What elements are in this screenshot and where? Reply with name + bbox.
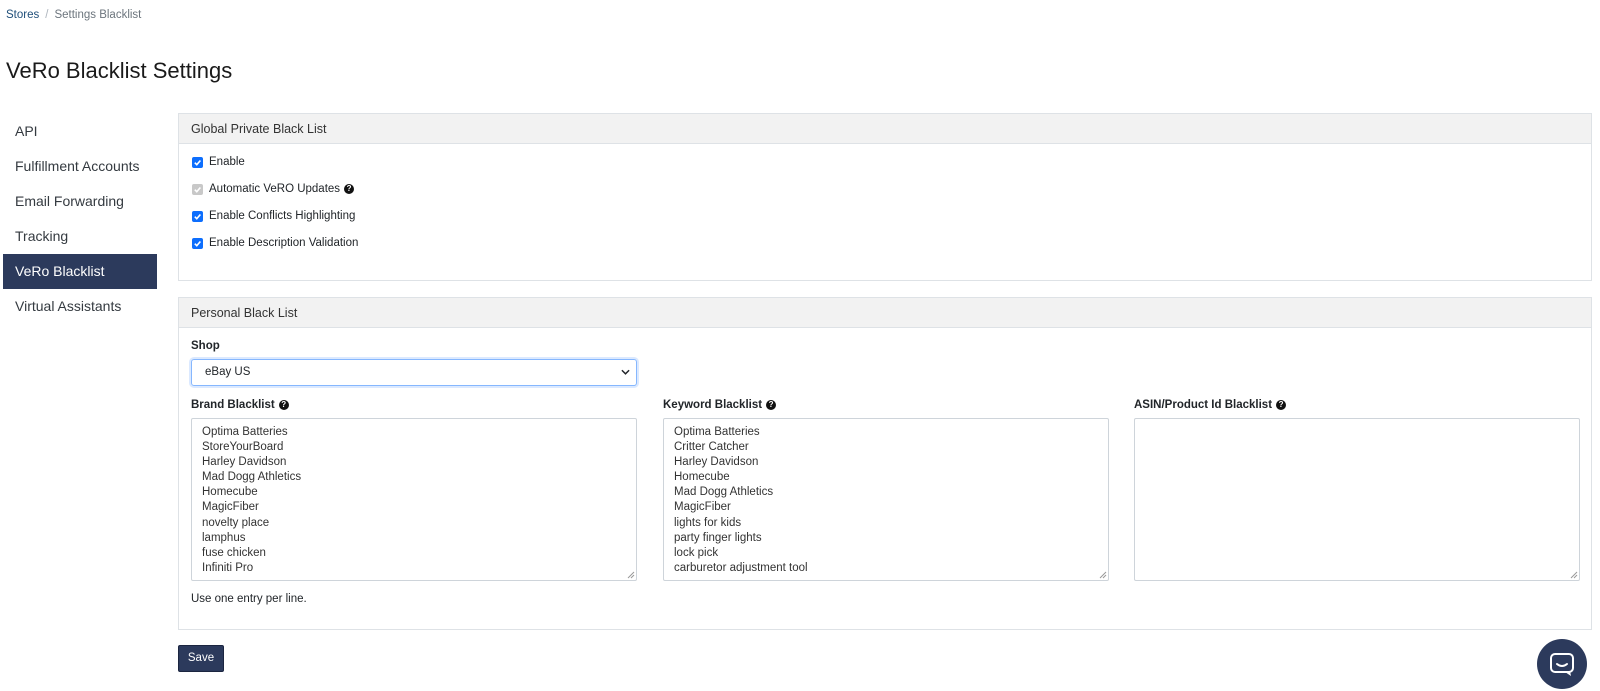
asin-blacklist-textarea[interactable] xyxy=(1134,418,1580,581)
keyword-blacklist-label: Keyword Blacklist ? xyxy=(663,399,777,411)
blacklist-entry: party finger lights xyxy=(674,531,762,544)
description-validation-label: Enable Description Validation xyxy=(209,237,359,249)
blacklist-entry: Optima Batteries xyxy=(674,426,760,438)
blacklist-entry: Harley Davidson xyxy=(674,456,759,469)
checkmark-icon xyxy=(194,240,201,247)
automatic-vero-updates-option[interactable]: Automatic VeRO Updates ? xyxy=(192,183,355,195)
enable-checkbox[interactable] xyxy=(192,156,203,168)
blacklist-entry: Mad Dogg Athletics xyxy=(202,471,302,484)
sidebar-item-tracking[interactable]: Tracking xyxy=(3,219,157,254)
blacklist-entry: carburetor adjustment tool xyxy=(674,561,808,574)
checkmark-icon xyxy=(194,213,201,220)
brand-blacklist-label: Brand Blacklist ? xyxy=(191,399,289,411)
blacklist-entry: novelty place xyxy=(202,516,270,529)
keyword-blacklist-entries: Optima Batteries Critter Catcher Harley Da… xyxy=(674,425,1098,576)
sidebar-item-email-forwarding[interactable]: Email Forwarding xyxy=(3,184,157,219)
question-circle-icon[interactable]: ? xyxy=(766,400,777,410)
conflicts-highlighting-checkbox[interactable] xyxy=(192,210,203,222)
keyword-blacklist-textarea[interactable]: Optima Batteries Critter Catcher Harley Da… xyxy=(663,418,1109,581)
resize-handle-icon[interactable] xyxy=(1099,571,1107,579)
blacklist-entry: Mad Dogg Athletics xyxy=(674,486,774,499)
personal-blacklist-card: Personal Black List Shop eBay US Brand B… xyxy=(178,297,1592,630)
sidebar-item-api[interactable]: API xyxy=(3,114,157,149)
blacklist-entry: lock pick xyxy=(674,546,719,559)
blacklist-entry: fuse chicken xyxy=(202,546,266,559)
checkmark-icon xyxy=(194,186,201,193)
save-button[interactable]: Save xyxy=(178,645,224,672)
global-blacklist-header: Global Private Black List xyxy=(179,114,1591,144)
breadcrumb-link-stores[interactable]: Stores xyxy=(6,9,39,21)
description-validation-option[interactable]: Enable Description Validation xyxy=(192,237,358,249)
sidebar-item-virtual-assistants[interactable]: Virtual Assistants xyxy=(3,289,157,324)
resize-handle-icon[interactable] xyxy=(627,571,635,579)
chat-launcher-button[interactable] xyxy=(1537,639,1587,689)
page-title: VeRo Blacklist Settings xyxy=(6,58,233,83)
shop-label: Shop xyxy=(191,340,220,352)
sidebar-item-fulfillment-accounts[interactable]: Fulfillment Accounts xyxy=(3,149,157,184)
checkmark-icon xyxy=(194,159,201,166)
breadcrumb-current: Settings Blacklist xyxy=(54,9,142,21)
blacklist-entry: lights for kids xyxy=(674,516,742,529)
blacklist-entry: Infiniti Pro xyxy=(202,561,254,574)
breadcrumb-separator: / xyxy=(45,9,49,21)
blacklist-entry: lamphus xyxy=(202,531,246,544)
question-circle-icon[interactable]: ? xyxy=(1276,400,1287,410)
brand-blacklist-textarea[interactable]: Optima Batteries StoreYourBoard Harley Dav… xyxy=(191,418,637,581)
automatic-vero-updates-label: Automatic VeRO Updates xyxy=(209,183,341,195)
breadcrumb: Stores / Settings Blacklist xyxy=(6,9,141,21)
one-entry-help-text: Use one entry per line. xyxy=(191,593,307,605)
conflicts-highlighting-label: Enable Conflicts Highlighting xyxy=(209,210,356,222)
blacklist-entry: Homecube xyxy=(674,471,730,484)
enable-option[interactable]: Enable xyxy=(192,156,245,168)
personal-blacklist-header: Personal Black List xyxy=(179,298,1591,328)
blacklist-entry: Optima Batteries xyxy=(202,426,288,438)
global-blacklist-card: Global Private Black List Enable Automat… xyxy=(178,113,1592,281)
question-circle-icon[interactable]: ? xyxy=(278,400,289,410)
question-circle-icon[interactable]: ? xyxy=(344,184,355,194)
shop-select[interactable]: eBay US xyxy=(191,359,637,386)
automatic-vero-updates-checkbox[interactable] xyxy=(192,183,203,195)
keyword-blacklist-label-text: Keyword Blacklist xyxy=(663,399,763,411)
blacklist-entry: Critter Catcher xyxy=(674,441,749,454)
chat-bubble-icon xyxy=(1550,653,1574,676)
blacklist-entry: MagicFiber xyxy=(202,501,259,514)
blacklist-entry: StoreYourBoard xyxy=(202,441,284,454)
brand-blacklist-label-text: Brand Blacklist xyxy=(191,399,275,411)
blacklist-entry: Homecube xyxy=(202,486,258,499)
shop-select-value: eBay US xyxy=(205,366,251,378)
blacklist-entry: Harley Davidson xyxy=(202,456,287,469)
asin-blacklist-label: ASIN/Product Id Blacklist ? xyxy=(1134,399,1287,411)
asin-blacklist-label-text: ASIN/Product Id Blacklist xyxy=(1134,399,1273,411)
settings-sidebar: API Fulfillment Accounts Email Forwardin… xyxy=(3,114,157,324)
brand-blacklist-entries: Optima Batteries StoreYourBoard Harley Dav… xyxy=(202,425,626,576)
sidebar-item-vero-blacklist[interactable]: VeRo Blacklist xyxy=(3,254,157,289)
chevron-down-icon xyxy=(621,369,630,375)
blacklist-entry: MagicFiber xyxy=(674,501,731,514)
enable-label: Enable xyxy=(209,156,245,168)
conflicts-highlighting-option[interactable]: Enable Conflicts Highlighting xyxy=(192,210,355,222)
resize-handle-icon[interactable] xyxy=(1570,571,1578,579)
description-validation-checkbox[interactable] xyxy=(192,237,203,249)
